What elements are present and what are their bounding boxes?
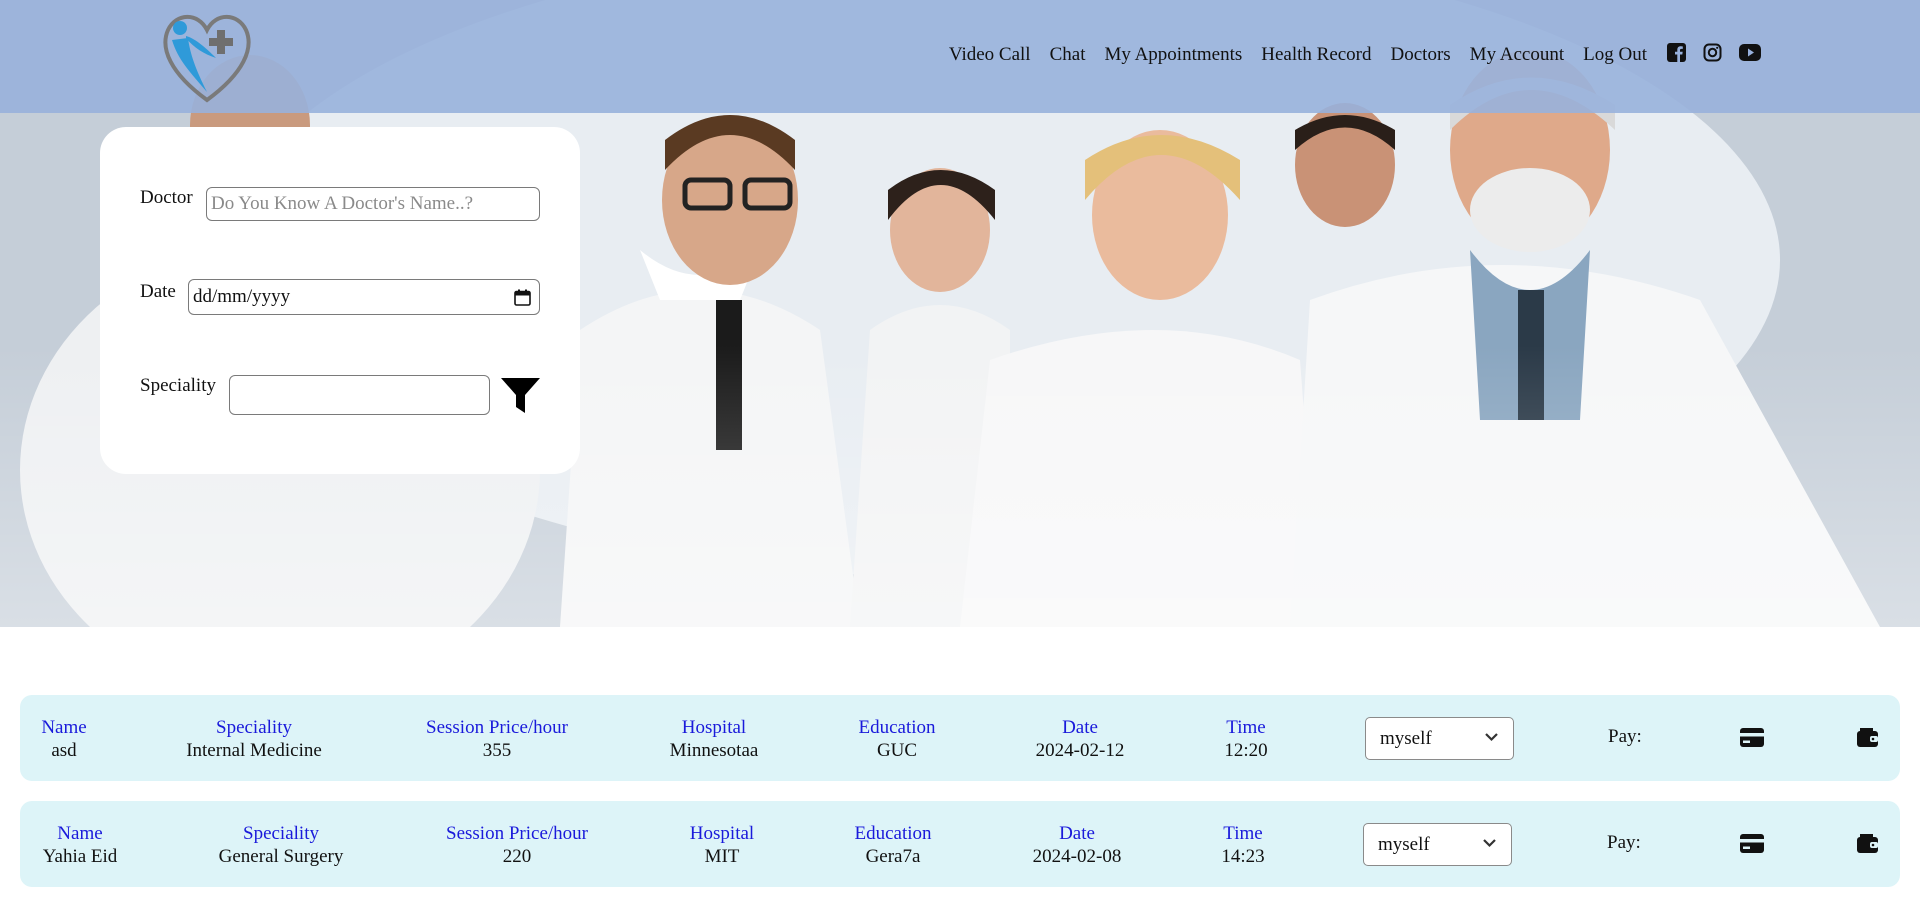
nav-chat[interactable]: Chat — [1050, 44, 1086, 66]
nav-doctors[interactable]: Doctors — [1391, 44, 1451, 66]
family-member-select-value: myself — [1378, 833, 1430, 855]
calendar-icon[interactable] — [514, 289, 531, 306]
date-header: Date — [1062, 717, 1098, 738]
main-nav: Video Call Chat My Appointments Health R… — [949, 40, 1761, 70]
name-header: Name — [41, 717, 87, 738]
price-cell: Session Price/hour 220 — [446, 822, 588, 868]
price-header: Session Price/hour — [446, 823, 588, 844]
speciality-header: Speciality — [243, 823, 319, 844]
nav-my-appointments[interactable]: My Appointments — [1104, 44, 1242, 66]
nav-video-call[interactable]: Video Call — [949, 44, 1031, 66]
time-cell: Time 14:23 — [1221, 822, 1264, 868]
name-value: Yahia Eid — [42, 846, 118, 867]
top-nav-bar: Video Call Chat My Appointments Health R… — [0, 0, 1920, 113]
nav-health-record[interactable]: Health Record — [1261, 44, 1371, 66]
family-member-select-value: myself — [1380, 727, 1432, 749]
social-links — [1667, 43, 1761, 67]
name-cell: Name asd — [41, 716, 86, 762]
price-cell: Session Price/hour 355 — [426, 716, 568, 762]
speciality-value: General Surgery — [218, 846, 344, 867]
education-value: Gera7a — [865, 846, 921, 867]
speciality-cell: Speciality Internal Medicine — [186, 716, 322, 762]
credit-card-icon[interactable] — [1740, 834, 1764, 853]
hospital-header: Hospital — [681, 717, 747, 738]
education-cell: Education Gera7a — [854, 822, 931, 868]
credit-card-icon[interactable] — [1740, 728, 1764, 747]
filter-funnel-icon[interactable] — [500, 377, 541, 415]
hospital-cell: Hospital Minnesotaa — [670, 716, 759, 762]
appointment-row: Name Yahia Eid Speciality General Surger… — [20, 801, 1900, 887]
price-header: Session Price/hour — [426, 717, 568, 738]
wallet-icon[interactable] — [1857, 834, 1878, 853]
doctor-search-input[interactable]: Do You Know A Doctor's Name..? — [206, 187, 540, 221]
pay-label: Pay: — [1608, 726, 1642, 747]
health-heart-logo[interactable] — [160, 8, 254, 104]
chevron-down-icon — [1483, 839, 1496, 848]
time-value: 14:23 — [1221, 846, 1265, 867]
date-value: 2024-02-12 — [1035, 740, 1125, 761]
speciality-header: Speciality — [216, 717, 292, 738]
time-header: Time — [1226, 717, 1266, 738]
date-input[interactable]: dd/mm/yyyy — [188, 279, 540, 315]
doctor-label: Doctor — [140, 187, 193, 208]
education-value: GUC — [876, 740, 918, 761]
date-value: 2024-02-08 — [1032, 846, 1122, 867]
date-cell: Date 2024-02-08 — [1033, 822, 1122, 868]
facebook-icon[interactable] — [1667, 43, 1686, 67]
pay-label: Pay: — [1607, 832, 1641, 853]
date-input-value: dd/mm/yyyy — [193, 286, 291, 307]
hospital-value: Minnesotaa — [669, 740, 759, 761]
time-header: Time — [1223, 823, 1263, 844]
speciality-input[interactable] — [229, 375, 490, 415]
appointment-row: Name asd Speciality Internal Medicine Se… — [20, 695, 1900, 781]
name-header: Name — [57, 823, 103, 844]
speciality-label: Speciality — [140, 375, 216, 396]
name-value: asd — [51, 740, 77, 761]
time-value: 12:20 — [1224, 740, 1268, 761]
speciality-cell: Speciality General Surgery — [219, 822, 344, 868]
nav-my-account[interactable]: My Account — [1470, 44, 1564, 66]
price-value: 220 — [502, 846, 532, 867]
nav-log-out[interactable]: Log Out — [1583, 44, 1647, 66]
instagram-icon[interactable] — [1703, 43, 1722, 67]
family-member-select[interactable]: myself — [1363, 823, 1512, 866]
name-cell: Name Yahia Eid — [43, 822, 118, 868]
hospital-header: Hospital — [689, 823, 755, 844]
speciality-value: Internal Medicine — [186, 740, 322, 761]
education-cell: Education GUC — [858, 716, 935, 762]
filter-panel: Doctor Do You Know A Doctor's Name..? Da… — [100, 127, 580, 474]
youtube-icon[interactable] — [1739, 44, 1761, 66]
time-cell: Time 12:20 — [1224, 716, 1267, 762]
family-member-select[interactable]: myself — [1365, 717, 1514, 760]
doctor-search-placeholder: Do You Know A Doctor's Name..? — [211, 193, 474, 214]
hospital-value: MIT — [704, 846, 740, 867]
hospital-cell: Hospital MIT — [690, 822, 754, 868]
education-header: Education — [858, 717, 936, 738]
chevron-down-icon — [1485, 733, 1498, 742]
date-header: Date — [1059, 823, 1095, 844]
date-label: Date — [140, 281, 176, 302]
date-cell: Date 2024-02-12 — [1036, 716, 1125, 762]
education-header: Education — [854, 823, 932, 844]
wallet-icon[interactable] — [1857, 728, 1878, 747]
price-value: 355 — [482, 740, 512, 761]
